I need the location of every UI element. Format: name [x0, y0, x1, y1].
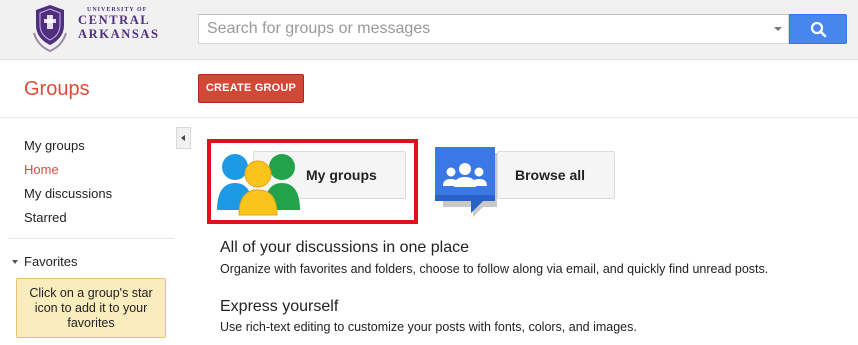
shield-icon	[33, 5, 67, 53]
search-box	[198, 14, 789, 44]
sidebar-item-my-discussions[interactable]: My discussions	[24, 186, 112, 201]
sidebar-item-home[interactable]: Home	[24, 162, 59, 177]
create-group-button[interactable]: CREATE GROUP	[198, 74, 304, 103]
search-icon	[810, 21, 827, 38]
sidebar-collapse-button[interactable]	[176, 127, 191, 149]
page-title[interactable]: Groups	[24, 78, 90, 101]
info-text-express: Use rich-text editing to customize your …	[220, 320, 637, 334]
info-heading-express: Express yourself	[220, 298, 339, 315]
university-logo[interactable]: UNIVERSITY OF CENTRAL ARKANSAS	[31, 3, 165, 55]
triangle-down-icon	[12, 260, 18, 264]
browse-all-tile-label: Browse all	[515, 167, 586, 183]
favorites-label: Favorites	[24, 254, 78, 269]
sidebar-divider	[8, 238, 174, 239]
search-input[interactable]	[199, 15, 769, 43]
search-options-arrow-icon[interactable]	[774, 27, 782, 31]
sidebar-item-starred[interactable]: Starred	[24, 210, 67, 225]
search-button[interactable]	[789, 14, 847, 44]
chevron-left-icon	[181, 135, 185, 141]
logo-text-arkansas: ARKANSAS	[78, 27, 160, 41]
favorites-tip: Click on a group's star icon to add it t…	[16, 278, 166, 338]
browse-all-tile[interactable]: Browse all	[497, 151, 615, 199]
favorites-toggle[interactable]: Favorites	[12, 254, 77, 269]
my-groups-highlight	[207, 139, 418, 224]
logo-text-central: CENTRAL	[78, 13, 151, 27]
info-heading-discussions: All of your discussions in one place	[220, 239, 470, 256]
info-text-discussions: Organize with favorites and folders, cho…	[220, 262, 769, 276]
header-divider	[0, 117, 858, 118]
browse-groups-icon	[435, 147, 497, 217]
sidebar-item-my-groups[interactable]: My groups	[24, 138, 85, 153]
top-bar: UNIVERSITY OF CENTRAL ARKANSAS	[0, 0, 858, 60]
